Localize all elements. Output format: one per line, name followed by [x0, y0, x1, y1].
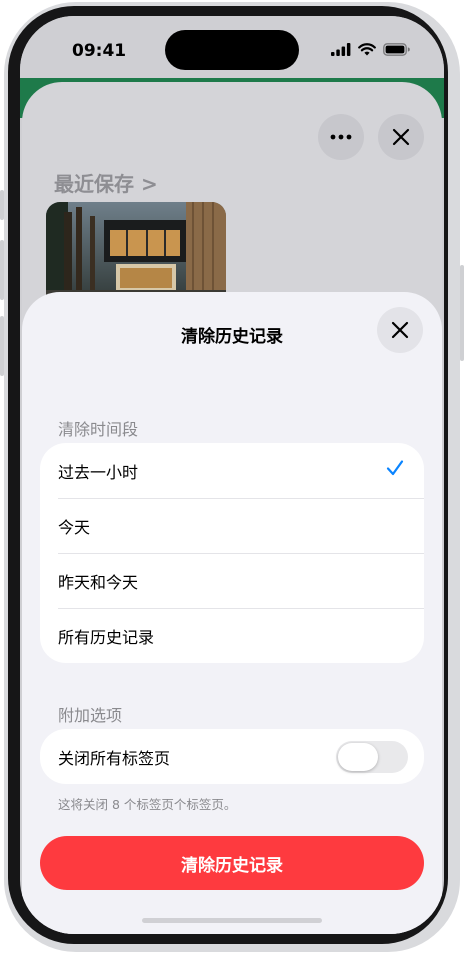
status-time: 09:41: [72, 41, 127, 61]
toggle-knob: [338, 743, 378, 771]
close-all-tabs-row: 关闭所有标签页: [40, 729, 424, 784]
background-close-button[interactable]: [378, 114, 424, 160]
option-label: 今天: [58, 517, 91, 537]
close-tabs-footnote: 这将关闭 8 个标签页个标签页。: [58, 797, 237, 812]
additional-options-list: 关闭所有标签页: [40, 729, 424, 784]
timeframe-section-label: 清除时间段: [58, 420, 139, 439]
cellular-signal-icon: [331, 43, 351, 56]
timeframe-option-today[interactable]: 今天: [40, 498, 424, 553]
close-icon: [392, 128, 410, 146]
wifi-icon: [358, 43, 376, 56]
status-bar: 09:41: [20, 16, 444, 78]
clear-history-sheet: 清除历史记录 清除时间段 过去一小时 今天 昨天和今天 所有历史记录 附加选项 …: [22, 292, 442, 934]
option-label: 所有历史记录: [58, 627, 155, 647]
ellipsis-icon: [330, 134, 352, 140]
battery-icon: [383, 43, 410, 56]
timeframe-option-last-hour[interactable]: 过去一小时: [40, 443, 424, 498]
sheet-close-button[interactable]: [377, 307, 423, 353]
screen: 09:41 最近保存 > 清除历史记录 清除时间段 过去一小时 今天 昨天和今天…: [20, 16, 444, 934]
recent-saves-link[interactable]: 最近保存 >: [54, 168, 158, 197]
clear-history-button[interactable]: 清除历史记录: [40, 836, 424, 890]
home-indicator: [142, 918, 322, 923]
status-icons: [331, 43, 410, 56]
checkmark-icon: [386, 460, 404, 476]
mute-switch: [0, 190, 4, 220]
more-button[interactable]: [318, 114, 364, 160]
close-all-tabs-label: 关闭所有标签页: [58, 748, 171, 768]
volume-up-button: [0, 240, 4, 300]
timeframe-option-yesterday-and-today[interactable]: 昨天和今天: [40, 553, 424, 608]
dynamic-island: [165, 30, 299, 70]
volume-down-button: [0, 316, 4, 376]
option-label: 昨天和今天: [58, 572, 139, 592]
close-icon: [391, 321, 409, 339]
additional-options-label: 附加选项: [58, 706, 123, 725]
timeframe-option-all-history[interactable]: 所有历史记录: [40, 608, 424, 663]
close-all-tabs-toggle[interactable]: [336, 741, 408, 773]
power-button: [460, 265, 464, 361]
option-label: 过去一小时: [58, 462, 139, 482]
timeframe-options-list: 过去一小时 今天 昨天和今天 所有历史记录: [40, 443, 424, 663]
